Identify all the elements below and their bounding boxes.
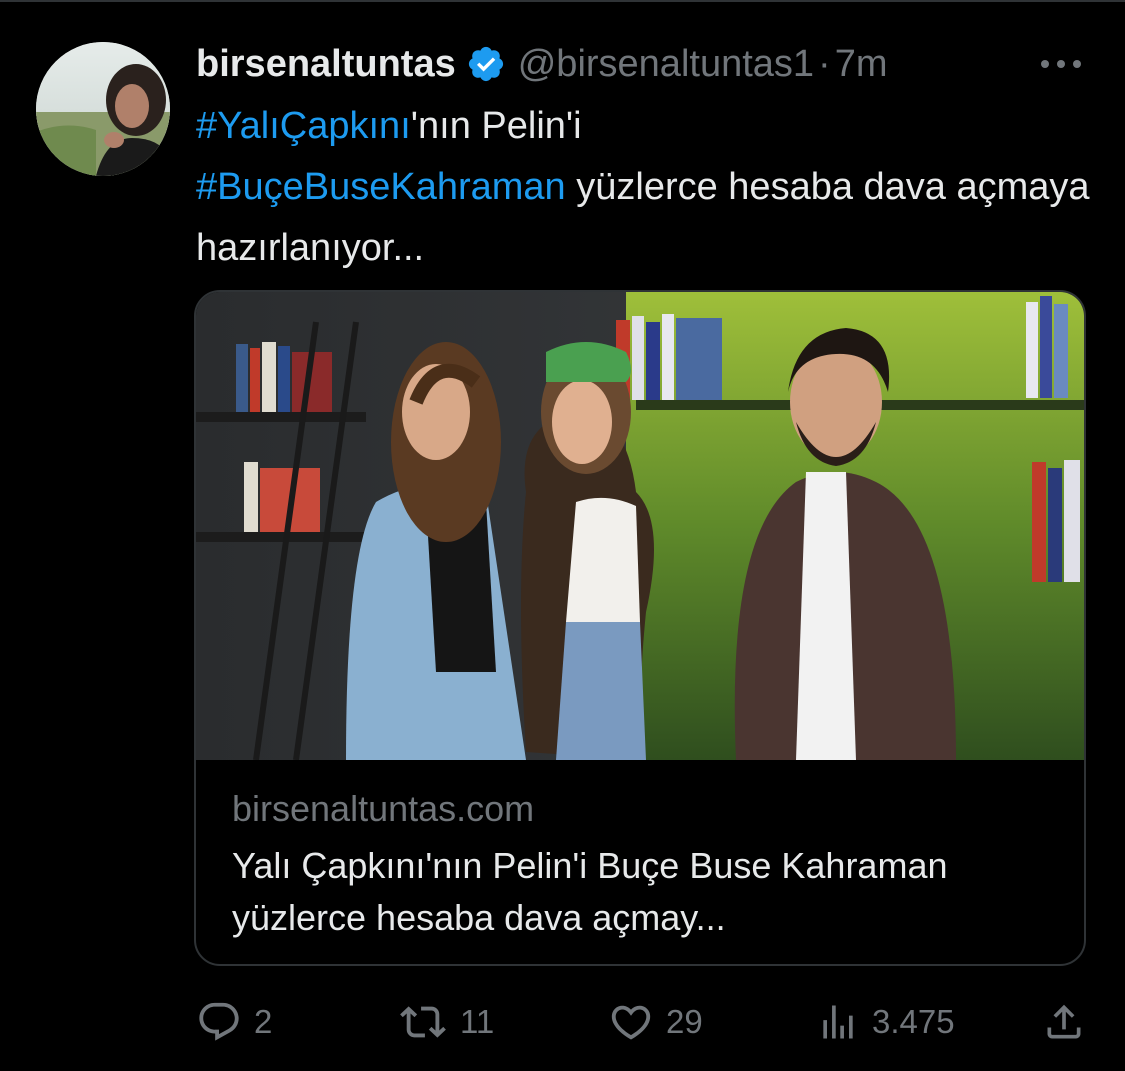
hashtag-link[interactable]: #YalıÇapkını xyxy=(196,105,411,147)
handle[interactable]: @birsenaltuntas1 xyxy=(518,43,814,86)
views-button[interactable]: 3.475 xyxy=(816,994,955,1050)
card-title: Yalı Çapkını'nın Pelin'i Buçe Buse Kahra… xyxy=(232,845,948,938)
card-domain: birsenaltuntas.com xyxy=(232,788,535,829)
tweet-text-segment: 'nın Pelin'i xyxy=(410,105,582,147)
verified-badge-icon[interactable] xyxy=(466,44,506,84)
heart-icon xyxy=(611,1005,651,1040)
more-dots-icon xyxy=(1041,60,1081,68)
like-count: 29 xyxy=(666,1003,703,1040)
timestamp[interactable]: 7m xyxy=(835,43,888,86)
display-name[interactable]: birsenaltuntas xyxy=(196,43,456,86)
share-icon xyxy=(1047,1004,1081,1039)
reply-button[interactable]: 2 xyxy=(196,994,272,1050)
top-divider xyxy=(0,0,1125,2)
retweet-icon xyxy=(400,1006,446,1038)
share-button[interactable] xyxy=(1042,994,1086,1050)
retweet-button[interactable]: 11 xyxy=(398,994,494,1050)
views-count: 3.475 xyxy=(872,1003,955,1040)
tweet-header: birsenaltuntas @birsenaltuntas1 · 7m xyxy=(196,38,1095,90)
action-bar: 2 11 29 3.475 xyxy=(196,994,1096,1050)
more-button[interactable] xyxy=(1039,38,1083,90)
avatar[interactable] xyxy=(36,42,170,176)
like-button[interactable]: 29 xyxy=(608,994,703,1050)
avatar-photo xyxy=(36,42,170,176)
hashtag-link[interactable]: #BuçeBuseKahraman xyxy=(196,166,566,208)
link-preview-photo xyxy=(196,292,1084,760)
link-card[interactable]: birsenaltuntas.com Yalı Çapkını'nın Peli… xyxy=(194,290,1086,966)
reply-icon xyxy=(199,1002,239,1041)
retweet-count: 11 xyxy=(460,1003,495,1040)
tweet-text: #YalıÇapkını'nın Pelin'i #BuçeBuseKahrama… xyxy=(196,96,1096,279)
views-icon xyxy=(823,1005,853,1039)
separator: · xyxy=(818,42,831,85)
reply-count: 2 xyxy=(254,1003,273,1040)
